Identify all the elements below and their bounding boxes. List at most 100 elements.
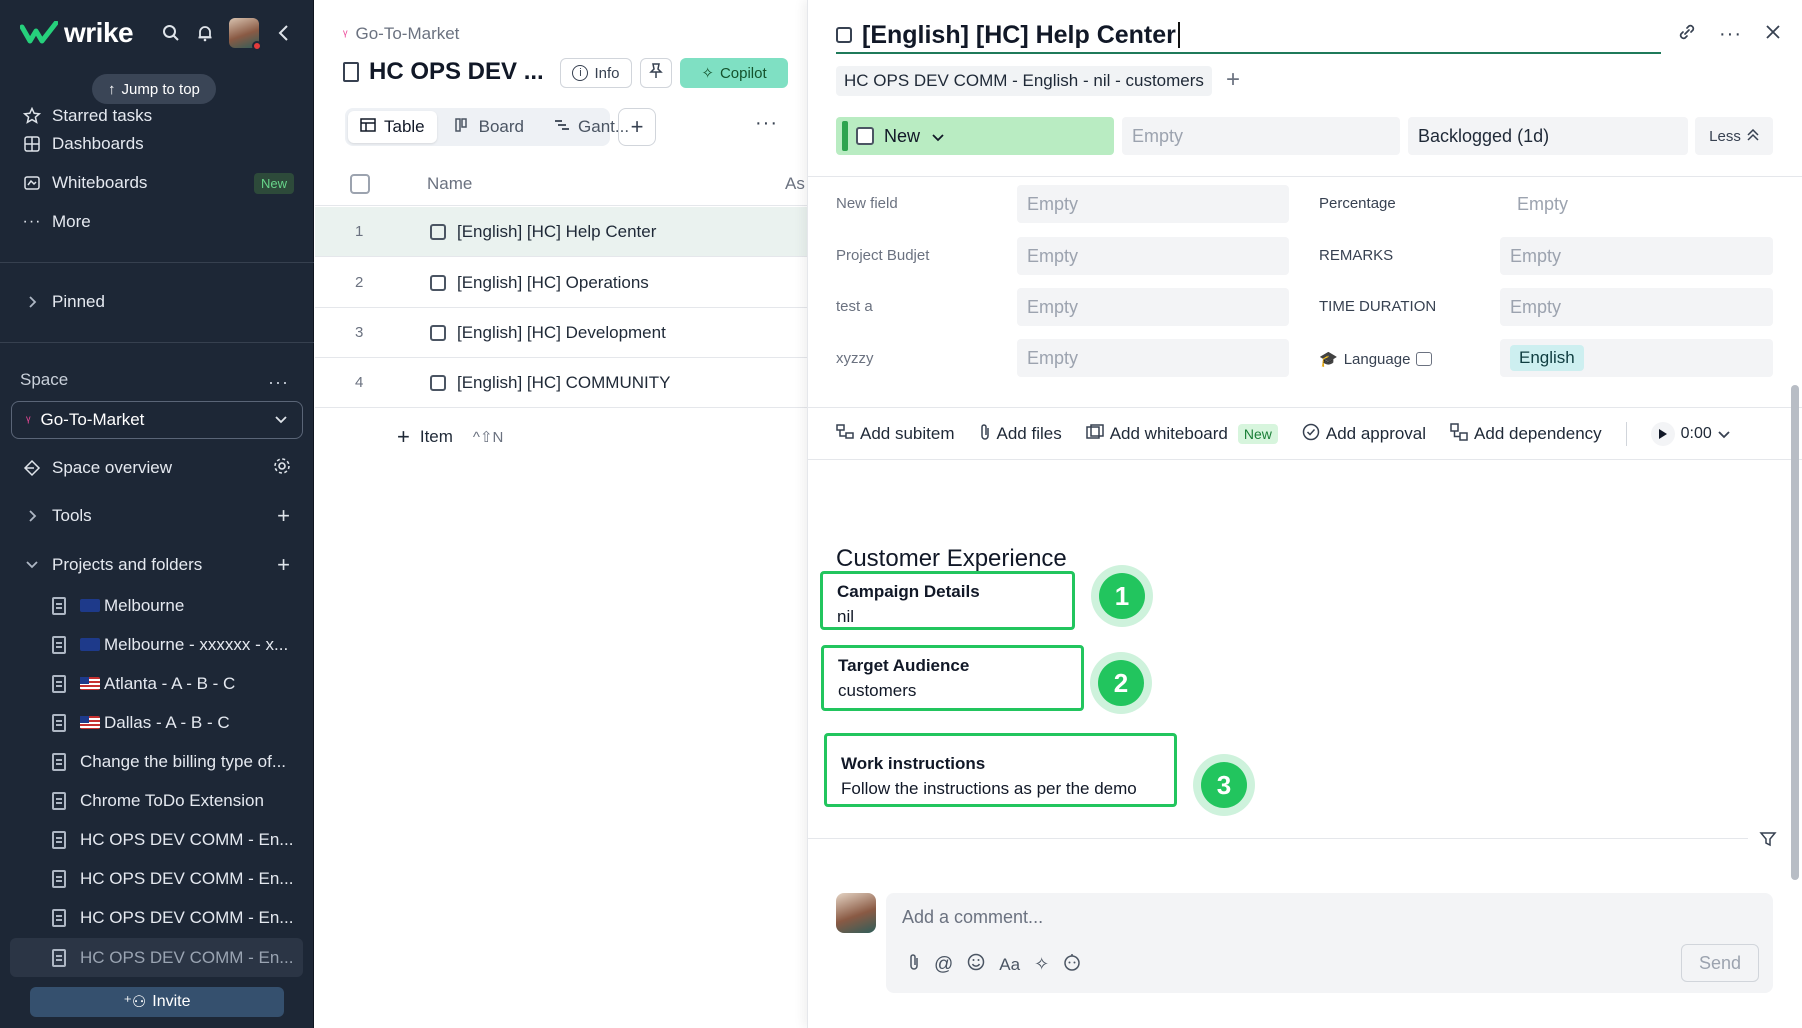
send-button[interactable]: Send — [1681, 944, 1759, 982]
arrow-up-icon: ↑ — [108, 80, 116, 98]
schedule-field[interactable]: Backlogged (1d) — [1408, 117, 1688, 155]
task-title-input[interactable]: [English] [HC] Help Center — [836, 18, 1661, 54]
sidebar-item-projects-and-folders[interactable]: Projects and folders + — [0, 546, 314, 584]
mention-icon[interactable]: @ — [934, 954, 953, 976]
add-dependency-button[interactable]: Add dependency — [1450, 422, 1602, 446]
filter-icon[interactable] — [1759, 830, 1777, 853]
jump-to-top-button[interactable]: ↑ Jump to top — [92, 74, 216, 104]
step-badge: 3 — [1201, 762, 1247, 808]
project-item[interactable]: Dallas - A - B - C — [0, 703, 314, 742]
space-more-icon[interactable]: ··· — [268, 372, 289, 393]
column-assignee[interactable]: As — [785, 174, 805, 194]
breadcrumb[interactable]: ᵞ Go-To-Market — [343, 24, 459, 44]
dependency-icon — [1450, 422, 1468, 446]
australia-flag-icon — [80, 638, 100, 651]
info-button[interactable]: i Info — [560, 58, 632, 88]
table-row[interactable]: 3 [English] [HC] Development — [315, 308, 807, 358]
add-subitem-button[interactable]: Add subitem — [836, 423, 955, 445]
add-project-icon[interactable]: + — [277, 552, 290, 578]
project-item[interactable]: Melbourne - xxxxxx - x... — [0, 625, 314, 664]
project-item-active[interactable]: HC OPS DEV COMM - En... — [10, 938, 303, 977]
project-item[interactable]: Chrome ToDo Extension — [0, 781, 314, 820]
project-icon — [52, 674, 66, 693]
more-options-icon[interactable]: ··· — [1719, 23, 1742, 46]
table-row[interactable]: 1 [English] [HC] Help Center — [315, 207, 807, 257]
project-item[interactable]: HC OPS DEV COMM - En... — [0, 898, 314, 937]
tab-board[interactable]: Board — [443, 111, 536, 143]
add-item-button[interactable]: + Item ^⇧N — [397, 424, 503, 450]
close-icon[interactable] — [1764, 23, 1782, 46]
less-toggle[interactable]: Less — [1695, 117, 1773, 155]
field-label: xyzzy — [836, 350, 874, 367]
emoji-icon[interactable] — [967, 953, 985, 976]
add-whiteboard-button[interactable]: Add whiteboard New — [1085, 423, 1278, 445]
project-item[interactable]: HC OPS DEV COMM - En... — [0, 820, 314, 859]
add-tool-icon[interactable]: + — [277, 503, 290, 529]
copilot-button[interactable]: ✧ Copilot — [680, 58, 788, 88]
sidebar-item-more[interactable]: ··· More — [0, 203, 314, 241]
scrollbar[interactable] — [1791, 385, 1799, 880]
field-value[interactable]: Empty — [1017, 288, 1289, 326]
project-item[interactable]: Atlanta - A - B - C — [0, 664, 314, 703]
divider — [0, 342, 314, 343]
text-format-icon[interactable]: Aa — [999, 955, 1020, 975]
column-name[interactable]: Name — [427, 174, 472, 194]
paperclip-icon[interactable] — [908, 953, 920, 976]
invite-button[interactable]: ⁺⚇ Invite — [30, 987, 284, 1017]
field-label: REMARKS — [1319, 247, 1394, 264]
field-value[interactable]: Empty — [1507, 185, 1779, 223]
status-dropdown[interactable]: New — [836, 117, 1114, 155]
task-toolbar: Add subitem Add files Add whiteboard New… — [836, 420, 1730, 448]
project-item[interactable]: Melbourne — [0, 586, 314, 625]
search-icon[interactable] — [161, 23, 181, 43]
add-parent-icon[interactable]: + — [1226, 66, 1240, 94]
parent-folder-chip[interactable]: HC OPS DEV COMM - English - nil - custom… — [836, 66, 1212, 96]
sidebar-item-dashboards[interactable]: Dashboards — [0, 125, 314, 163]
task-icon — [430, 374, 446, 391]
pin-button[interactable] — [640, 58, 672, 88]
link-icon[interactable] — [1677, 22, 1697, 47]
whiteboard-icon — [22, 173, 42, 193]
text-cursor — [1177, 22, 1180, 48]
sidebar-item-whiteboards[interactable]: Whiteboards New — [0, 164, 314, 202]
sidebar-item-tools[interactable]: Tools + — [0, 497, 314, 535]
comment-input[interactable]: Add a comment... @ Aa ✧ Send — [886, 893, 1773, 993]
sparkle-icon[interactable]: ✧ — [1034, 954, 1049, 975]
info-icon: i — [572, 65, 589, 81]
us-flag-icon — [80, 716, 100, 729]
field-value[interactable]: Empty — [1017, 185, 1289, 223]
tab-table[interactable]: Table — [348, 111, 437, 143]
status-color-bar — [842, 121, 848, 151]
language-field[interactable]: English — [1500, 339, 1773, 377]
table-row[interactable]: 4 [English] [HC] COMMUNITY — [315, 358, 807, 408]
assignee-field[interactable]: Empty — [1122, 117, 1400, 155]
more-options-icon[interactable]: ··· — [755, 112, 778, 135]
timer-button[interactable]: 0:00 — [1650, 422, 1730, 446]
project-icon — [52, 635, 66, 654]
field-value[interactable]: Empty — [1017, 339, 1289, 377]
divider — [0, 262, 314, 263]
wrike-logo[interactable]: wrike — [20, 17, 134, 49]
field-value[interactable]: Empty — [1500, 288, 1773, 326]
bell-icon[interactable] — [195, 23, 215, 43]
bot-icon[interactable] — [1063, 953, 1081, 976]
gear-icon[interactable] — [272, 456, 292, 481]
collapse-sidebar-icon[interactable] — [273, 23, 293, 43]
add-approval-button[interactable]: Add approval — [1302, 423, 1426, 446]
user-avatar[interactable] — [229, 18, 262, 51]
task-icon — [430, 274, 446, 291]
project-item[interactable]: HC OPS DEV COMM - En... — [0, 859, 314, 898]
space-select[interactable]: ᵞ Go-To-Market — [11, 401, 303, 439]
project-item[interactable]: Change the billing type of... — [0, 742, 314, 781]
plus-icon: + — [397, 424, 410, 449]
sidebar-item-space-overview[interactable]: Space overview — [0, 449, 314, 487]
select-all-checkbox[interactable] — [350, 173, 370, 194]
add-view-button[interactable]: + — [618, 108, 656, 146]
view-switcher: Table Board Gant... — [345, 108, 629, 146]
add-files-button[interactable]: Add files — [979, 423, 1062, 446]
table-row[interactable]: 2 [English] [HC] Operations — [315, 258, 807, 308]
status-checkbox[interactable] — [856, 127, 874, 145]
field-value[interactable]: Empty — [1017, 237, 1289, 275]
sidebar-item-pinned[interactable]: Pinned — [0, 283, 314, 321]
field-value[interactable]: Empty — [1500, 237, 1773, 275]
